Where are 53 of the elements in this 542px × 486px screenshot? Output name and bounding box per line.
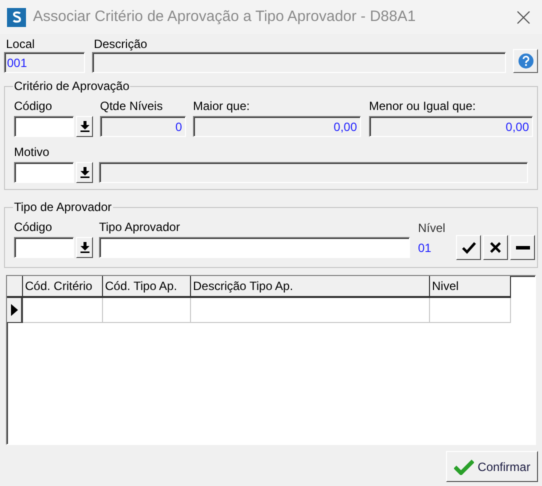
dropdown-button[interactable] (76, 116, 93, 137)
levels-field[interactable]: 0 (100, 116, 186, 137)
download-arrow-icon (80, 242, 90, 253)
window-title: Associar Critério de Aprovação a Tipo Aprovador - D88A1 (33, 6, 417, 27)
table-cell[interactable] (191, 298, 430, 323)
level-value: 01 (418, 241, 432, 256)
header-cell (7, 276, 23, 298)
remove-button[interactable] (510, 235, 535, 260)
dropdown-button[interactable] (76, 162, 93, 183)
group-title: Tipo de Aprovador (13, 199, 113, 215)
help-icon (518, 53, 534, 69)
field-label: Local (6, 37, 36, 52)
approver-type-field[interactable] (99, 237, 410, 258)
app-logo-icon (7, 8, 26, 26)
code-field[interactable] (14, 116, 74, 137)
field-label: Menor ou Igual que: (369, 99, 477, 114)
column-header[interactable]: Nivel (430, 276, 511, 298)
field-label: Descrição (94, 37, 148, 52)
column-header[interactable]: Cód. Tipo Ap. (103, 276, 191, 298)
table-cell[interactable] (430, 298, 511, 323)
check-icon (462, 242, 476, 254)
description-field[interactable] (92, 52, 506, 73)
table-cell[interactable] (23, 298, 103, 323)
column-header[interactable]: Descrição Tipo Ap. (191, 276, 430, 298)
field-label: Maior que: (193, 99, 251, 114)
amount-field[interactable]: 0,00 (369, 116, 533, 137)
field-label: Código (14, 99, 54, 114)
column-header[interactable]: Cód. Critério (23, 276, 103, 298)
download-arrow-icon (80, 121, 90, 132)
check-icon (454, 458, 474, 474)
table-cell[interactable] (103, 298, 191, 323)
code-field[interactable] (14, 237, 74, 258)
minus-icon (516, 246, 530, 250)
amount-field[interactable]: 0,00 (193, 116, 361, 137)
download-arrow-icon (80, 167, 90, 178)
dropdown-button[interactable] (76, 237, 93, 258)
cancel-button[interactable] (483, 235, 508, 260)
code-field[interactable] (14, 162, 74, 183)
confirm-button[interactable]: Confirmar (446, 451, 538, 482)
local-field[interactable]: 001 (4, 52, 85, 73)
help-button[interactable] (513, 49, 538, 73)
current-row-icon (10, 304, 18, 316)
field-label: Código (14, 220, 54, 235)
close-icon[interactable] (517, 10, 530, 24)
field-label: Tipo Aprovador (99, 220, 181, 235)
row-indicator[interactable] (7, 298, 23, 323)
confirm-button[interactable] (456, 235, 481, 260)
reason-description-field[interactable] (99, 162, 528, 183)
field-label: Nível (418, 221, 446, 236)
field-label: Motivo (14, 145, 50, 160)
close-icon (490, 242, 501, 253)
field-label: Qtde Níveis (100, 99, 164, 114)
group-title: Critério de Aprovação (13, 78, 130, 94)
